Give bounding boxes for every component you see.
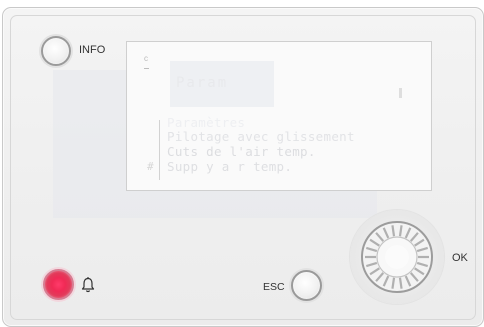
rotary-knob[interactable]: [350, 210, 444, 304]
alarm-button[interactable]: [43, 269, 74, 300]
display-corner-dash: [144, 68, 149, 69]
info-button[interactable]: [41, 36, 71, 66]
info-label: INFO: [79, 44, 106, 56]
lcd-display: c Param Paramètres Pilotage avec glissem…: [126, 41, 432, 191]
esc-label: ESC: [263, 281, 285, 293]
esc-button[interactable]: [291, 270, 322, 301]
ok-label: OK: [452, 252, 468, 264]
menu-item[interactable]: Cuts de l'air temp.: [167, 145, 316, 159]
display-menu: Paramètres Pilotage avec glissement Cuts…: [159, 116, 366, 180]
display-scroll-indicator: [399, 88, 402, 98]
rotary-dial-icon: [361, 221, 433, 293]
display-corner-glyph: c: [144, 54, 148, 63]
display-title: Param: [176, 75, 229, 91]
menu-item[interactable]: Supp y a r temp.: [167, 160, 292, 174]
bell-icon: [81, 277, 95, 293]
display-title-block: Param: [170, 61, 274, 107]
menu-item[interactable]: Paramètres: [167, 116, 245, 130]
display-marker: #: [147, 160, 154, 173]
menu-item[interactable]: Pilotage avec glissement: [167, 130, 355, 144]
